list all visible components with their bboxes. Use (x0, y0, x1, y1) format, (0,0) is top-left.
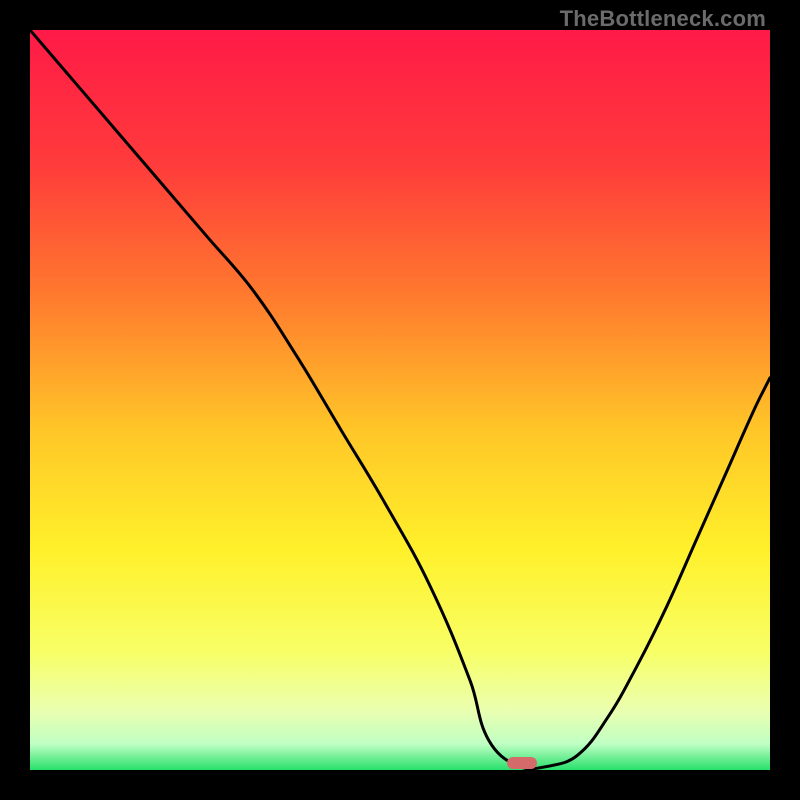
curve-layer (30, 30, 770, 770)
plot-area (30, 30, 770, 770)
watermark-text: TheBottleneck.com (560, 6, 766, 32)
chart-frame: TheBottleneck.com (0, 0, 800, 800)
optimal-marker (507, 757, 537, 769)
bottleneck-curve (30, 30, 770, 769)
